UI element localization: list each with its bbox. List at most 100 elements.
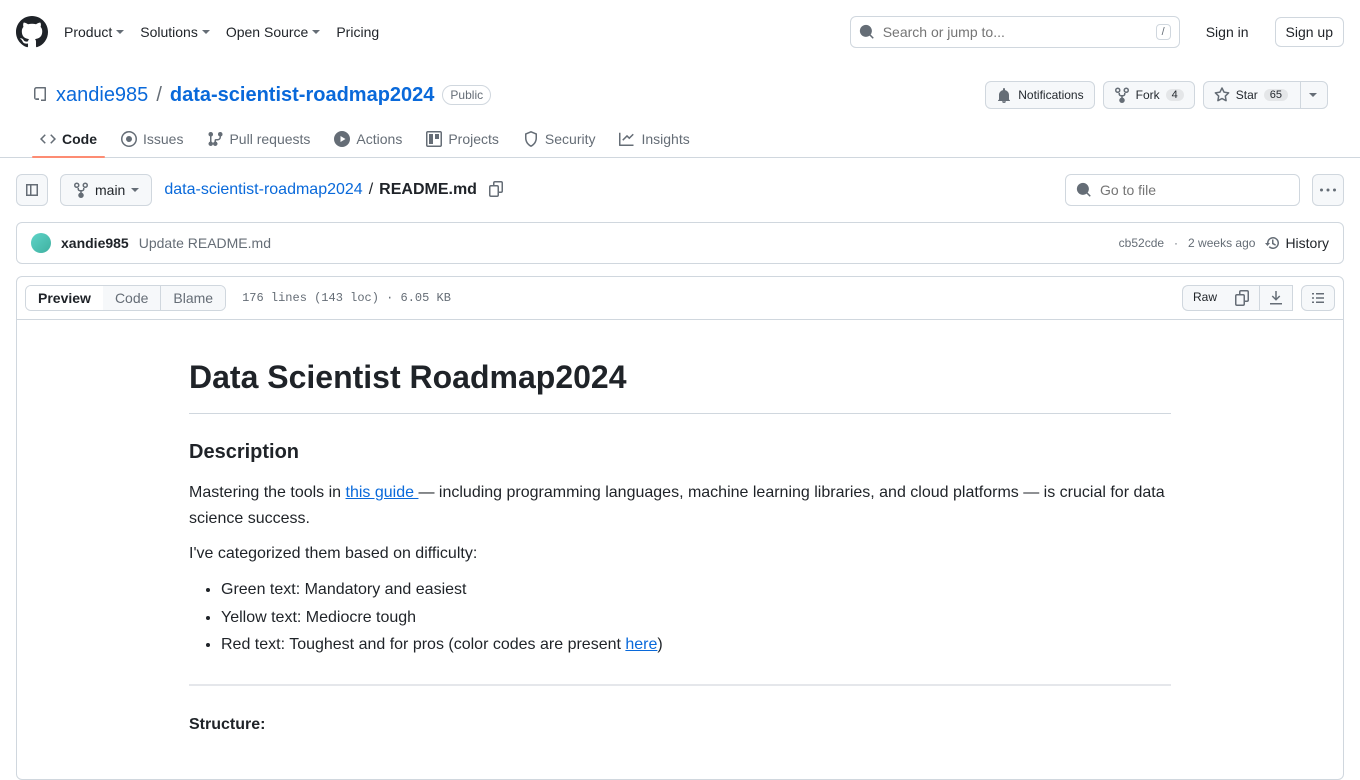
tab-projects[interactable]: Projects — [418, 121, 507, 157]
nav-pricing[interactable]: Pricing — [336, 24, 379, 40]
kebab-icon — [1320, 182, 1336, 198]
md-h2-description: Description — [189, 436, 1171, 468]
code-icon — [40, 131, 56, 147]
nav-product[interactable]: Product — [64, 24, 124, 40]
tab-insights-label: Insights — [641, 131, 689, 147]
seg-code[interactable]: Code — [103, 286, 160, 310]
actions-icon — [334, 131, 350, 147]
chevron-down-icon — [312, 30, 320, 34]
tab-code-label: Code — [62, 131, 97, 147]
file-stats: 176 lines (143 loc) · 6.05 KB — [242, 291, 451, 305]
download-button[interactable] — [1260, 285, 1293, 311]
copy-raw-button[interactable] — [1227, 285, 1260, 311]
github-logo-icon[interactable] — [16, 16, 48, 48]
security-icon — [523, 131, 539, 147]
breadcrumb-file: README.md — [379, 181, 477, 199]
author-avatar[interactable] — [31, 233, 51, 253]
projects-icon — [426, 131, 442, 147]
pr-icon — [207, 131, 223, 147]
md-hr — [189, 684, 1171, 686]
seg-preview[interactable]: Preview — [26, 286, 103, 310]
repo-name-link[interactable]: data-scientist-roadmap2024 — [170, 84, 435, 107]
tab-security[interactable]: Security — [515, 121, 604, 157]
outline-toggle[interactable] — [1301, 285, 1335, 311]
notifications-button[interactable]: Notifications — [985, 81, 1094, 109]
markdown-body: Data Scientist Roadmap2024 Description M… — [17, 320, 1343, 779]
sign-up-button[interactable]: Sign up — [1275, 17, 1344, 47]
md-p1a: Mastering the tools in — [189, 484, 346, 501]
fork-button[interactable]: Fork 4 — [1103, 81, 1195, 109]
nav-solutions-label: Solutions — [140, 24, 198, 40]
md-link-here[interactable]: here — [625, 636, 657, 653]
nav-open-source[interactable]: Open Source — [226, 24, 321, 40]
commit-message[interactable]: Update README.md — [139, 235, 271, 251]
chevron-down-icon — [131, 188, 139, 192]
copy-icon — [1235, 290, 1251, 306]
repo-visibility-badge: Public — [442, 85, 491, 105]
tab-security-label: Security — [545, 131, 596, 147]
tab-issues[interactable]: Issues — [113, 121, 191, 157]
view-mode-segment: Preview Code Blame — [25, 285, 226, 311]
raw-button[interactable]: Raw — [1182, 285, 1227, 311]
tab-actions[interactable]: Actions — [326, 121, 410, 157]
branch-select[interactable]: main — [60, 174, 152, 206]
global-search[interactable]: / — [850, 16, 1180, 48]
history-link[interactable]: History — [1265, 235, 1329, 251]
bell-icon — [996, 87, 1012, 103]
chevron-down-icon — [116, 30, 124, 34]
md-li3b: ) — [657, 636, 662, 653]
tab-pr-label: Pull requests — [229, 131, 310, 147]
goto-file[interactable] — [1065, 174, 1300, 206]
nav-product-label: Product — [64, 24, 112, 40]
repo-icon — [32, 87, 48, 103]
more-options-button[interactable] — [1312, 174, 1344, 206]
tab-code[interactable]: Code — [32, 121, 105, 157]
md-structure-heading: Structure: — [189, 712, 1171, 738]
repo-owner-link[interactable]: xandie985 — [56, 84, 148, 107]
copy-icon — [489, 181, 505, 197]
repo-slash: / — [156, 84, 162, 107]
goto-file-input[interactable] — [1100, 182, 1289, 198]
fork-count: 4 — [1166, 89, 1184, 101]
search-input[interactable] — [883, 24, 1148, 40]
list-icon — [1310, 290, 1326, 306]
side-panel-toggle[interactable] — [16, 174, 48, 206]
star-button[interactable]: Star 65 — [1203, 81, 1328, 109]
md-h1: Data Scientist Roadmap2024 — [189, 352, 1171, 414]
commit-dot: · — [1174, 236, 1178, 250]
side-panel-icon — [24, 182, 40, 198]
tab-issues-label: Issues — [143, 131, 183, 147]
commit-when: 2 weeks ago — [1188, 236, 1255, 250]
nav-solutions[interactable]: Solutions — [140, 24, 210, 40]
history-icon — [1265, 235, 1281, 251]
fork-label: Fork — [1136, 88, 1160, 102]
branch-icon — [73, 182, 89, 198]
branch-name: main — [95, 182, 125, 198]
md-li-red: Red text: Toughest and for pros (color c… — [221, 632, 1171, 658]
breadcrumb-repo-link[interactable]: data-scientist-roadmap2024 — [164, 181, 362, 199]
md-li3a: Red text: Toughest and for pros (color c… — [221, 636, 625, 653]
breadcrumb-sep: / — [369, 181, 373, 199]
slash-key-hint: / — [1156, 24, 1171, 40]
tab-insights[interactable]: Insights — [611, 121, 697, 157]
commit-sha[interactable]: cb52cde — [1119, 236, 1164, 250]
copy-path-button[interactable] — [489, 181, 505, 200]
chevron-down-icon — [202, 30, 210, 34]
search-icon — [859, 24, 875, 40]
md-li-yellow: Yellow text: Mediocre tough — [221, 605, 1171, 631]
seg-blame[interactable]: Blame — [161, 286, 225, 310]
tab-pull-requests[interactable]: Pull requests — [199, 121, 318, 157]
notifications-label: Notifications — [1018, 88, 1083, 102]
md-p1: Mastering the tools in this guide — incl… — [189, 480, 1171, 531]
nav-open-source-label: Open Source — [226, 24, 309, 40]
breadcrumb: data-scientist-roadmap2024 / README.md — [164, 181, 477, 199]
md-p2: I've categorized them based on difficult… — [189, 541, 1171, 567]
tab-actions-label: Actions — [356, 131, 402, 147]
fork-icon — [1114, 87, 1130, 103]
star-icon — [1214, 87, 1230, 103]
star-dropdown[interactable] — [1300, 82, 1317, 108]
commit-author[interactable]: xandie985 — [61, 235, 129, 251]
md-link-guide[interactable]: this guide — [346, 484, 419, 501]
sign-in-link[interactable]: Sign in — [1196, 18, 1259, 46]
insights-icon — [619, 131, 635, 147]
